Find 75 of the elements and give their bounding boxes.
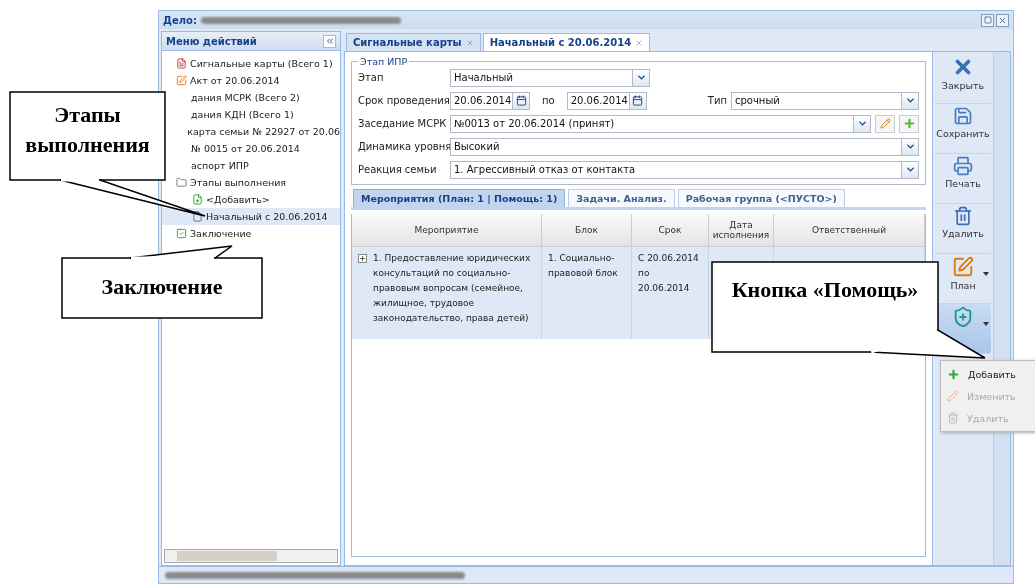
field-label: по (541, 95, 556, 106)
column-header[interactable]: Дата исполнения (709, 214, 774, 246)
pencil-icon (879, 118, 891, 129)
field-label: Тип (707, 95, 727, 106)
field-label: Реакция семьи (358, 164, 438, 175)
table-cell-text: 1. Предоставление юридических консультаций по социально-правовым вопросам (семейное, жилищное, трудовое законодательство, права детей) (373, 252, 532, 325)
tree-item[interactable]: Заключение (162, 225, 340, 242)
tree-item[interactable]: Этапы выполнения (162, 174, 340, 191)
add-page-icon (192, 194, 203, 205)
select-field[interactable]: Начальный (450, 68, 650, 87)
tree-item[interactable]: аспорт ИПР (162, 157, 340, 174)
callout-text: Кнопка «Помощь» (730, 276, 920, 304)
square-icon (983, 16, 992, 24)
tab[interactable]: Задачи. Анализ. (568, 189, 675, 207)
panel-title: Меню действий (166, 35, 257, 47)
tree-item[interactable]: <Добавить> (162, 191, 340, 208)
toolbar-button[interactable]: Печать (935, 154, 991, 204)
close-icon (998, 15, 1007, 25)
toolbar-button[interactable]: Закрыть (935, 54, 991, 104)
caret-icon (983, 272, 989, 276)
date-field[interactable]: 20.06.2014 (450, 91, 530, 110)
pencil-icon (947, 390, 959, 402)
printer-icon (953, 156, 973, 176)
tree-item[interactable]: Начальный с 20.06.2014 (162, 208, 340, 225)
expand-icon[interactable] (358, 254, 367, 263)
trash-icon (953, 206, 973, 226)
calendar-icon[interactable] (628, 92, 646, 109)
field-label: Этап (358, 72, 385, 83)
shield-icon (952, 306, 974, 328)
column-header[interactable]: Мероприятие (352, 214, 542, 246)
callout-text: Заключение (100, 273, 224, 301)
column-header[interactable]: Срок (632, 214, 709, 246)
trash-icon (947, 412, 959, 424)
tree-item[interactable]: Акт от 20.06.2014 (162, 72, 340, 89)
menu-item[interactable]: Добавить (941, 363, 1035, 385)
toolbar-button[interactable]: Сохранить (935, 104, 991, 154)
page-icon (192, 211, 203, 222)
tree-item[interactable]: дания КДН (Всего 1) (162, 106, 340, 123)
tree-item[interactable]: Сигнальные карты (Всего 1) (162, 55, 340, 72)
column-header[interactable]: Блок (542, 214, 632, 246)
folder-icon (176, 177, 187, 188)
pencil-note-icon (176, 75, 187, 86)
table-cell-text: С 20.06.2014 по 20.06.2014 (638, 252, 700, 295)
checkbox-icon (176, 228, 187, 239)
tree-item[interactable]: дания МСРК (Всего 2) (162, 89, 340, 106)
toolbar-button[interactable]: Удалить (935, 204, 991, 254)
save-icon (953, 106, 973, 126)
close-button[interactable] (996, 13, 1009, 27)
calendar-icon[interactable] (512, 92, 529, 109)
table-cell-text: 1. Социально-правовой блок (548, 252, 619, 280)
pencil-note-icon (952, 256, 974, 278)
group-title: Этап ИПР (359, 56, 409, 67)
tab[interactable]: Начальный с 20.06.2014 (482, 33, 651, 51)
plus-icon (902, 117, 916, 130)
add-button[interactable] (899, 114, 919, 133)
double-chevron-icon (324, 36, 335, 46)
plus-icon (947, 367, 960, 381)
select-field[interactable]: Высокий (450, 137, 919, 156)
date-field[interactable]: 20.06.2014 (566, 91, 647, 110)
column-header[interactable]: Ответственный (774, 214, 925, 246)
select-field[interactable]: №0013 от 20.06.2014 (принят) (450, 114, 871, 133)
tab[interactable]: Рабочая группа (<ПУСТО>) (677, 189, 845, 207)
select-field[interactable]: срочный (731, 91, 919, 110)
tree-item[interactable]: № 0015 от 20.06.2014 (162, 140, 340, 157)
callout-text: Этапы выполнения (24, 101, 151, 159)
tree-item[interactable]: карта семьи № 22927 от 20.06 (162, 123, 340, 140)
tab[interactable]: Мероприятия (План: 1 | Помощь: 1) (353, 189, 566, 207)
maximize-button[interactable] (981, 13, 994, 27)
caret-icon (983, 322, 989, 326)
window-title: Дело: (163, 14, 197, 26)
scrollbar[interactable] (164, 549, 338, 563)
select-field[interactable]: 1. Агрессивный отказ от контакта (450, 160, 919, 179)
field-label: Заседание МСРК (358, 118, 446, 129)
card-icon (176, 58, 187, 69)
tab[interactable]: Сигнальные карты (346, 33, 481, 51)
